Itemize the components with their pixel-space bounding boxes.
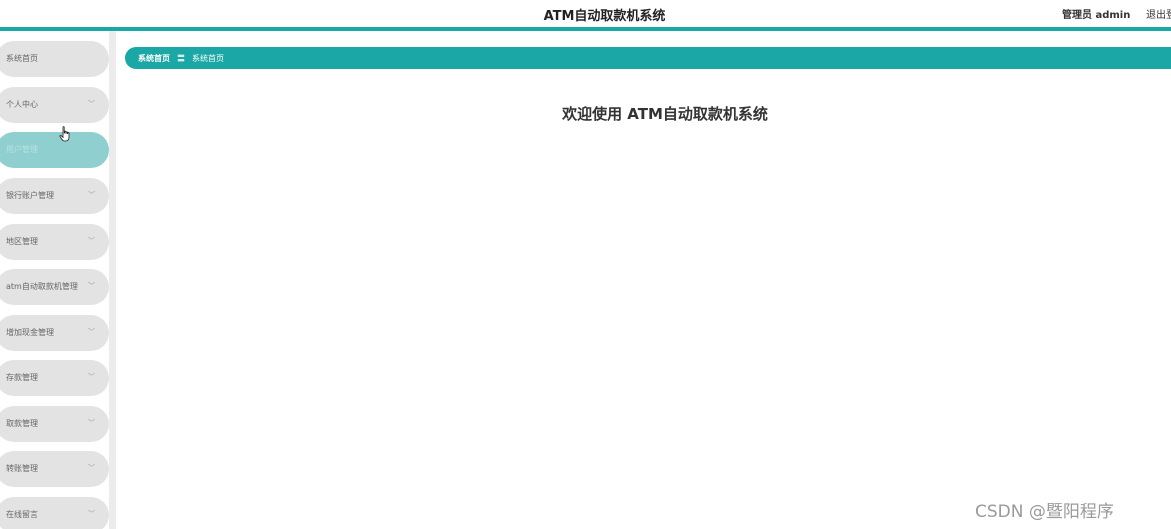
header-accent-line — [0, 27, 1171, 31]
current-user[interactable]: 管理员 admin — [1062, 6, 1130, 21]
breadcrumb-home[interactable]: 系统首页 — [138, 53, 170, 64]
chevron-down-icon: ﹀ — [88, 373, 95, 381]
chevron-down-icon: ﹀ — [88, 100, 95, 108]
sidebar-item-withdraw[interactable]: 取款管理 ﹀ — [0, 406, 109, 442]
sidebar-item-label: 地区管理 — [6, 237, 38, 246]
sidebar-divider — [109, 31, 116, 529]
chevron-down-icon: ﹀ — [88, 464, 95, 472]
sidebar-item-label: 存款管理 — [6, 373, 38, 382]
sidebar-item-message[interactable]: 在线留言 ﹀ — [0, 497, 109, 529]
breadcrumb-current: 系统首页 — [192, 53, 224, 63]
app-title: ATM自动取款机系统 — [543, 9, 666, 24]
sidebar-item-atm[interactable]: atm自动取款机管理 ﹀ — [0, 269, 109, 305]
sidebar-item-home[interactable]: 系统首页 — [0, 41, 109, 77]
app-window: ATM自动取款机系统 管理员 admin 退出登录 系统首页 个人中心 ﹀ 用户… — [0, 0, 1171, 529]
sidebar-item-label: 取款管理 — [6, 419, 38, 428]
sidebar-item-add-cash[interactable]: 增加现金管理 ﹀ — [0, 315, 109, 351]
top-header: ATM自动取款机系统 管理员 admin 退出登录 — [0, 0, 1171, 27]
sidebar-item-region[interactable]: 地区管理 ﹀ — [0, 224, 109, 260]
sidebar: 系统首页 个人中心 ﹀ 用户管理 银行账户管理 ﹀ 地区管理 ﹀ atm自动取款… — [0, 31, 116, 529]
sidebar-item-user-management[interactable]: 用户管理 — [0, 132, 109, 168]
chevron-down-icon: ﹀ — [88, 328, 95, 336]
chevron-down-icon: ﹀ — [88, 419, 95, 427]
sidebar-item-label: 个人中心 — [6, 100, 38, 109]
sidebar-item-label: 银行账户管理 — [6, 191, 54, 200]
sidebar-item-transfer[interactable]: 转账管理 ﹀ — [0, 451, 109, 487]
sidebar-item-label: atm自动取款机管理 — [6, 282, 78, 291]
sidebar-item-label: 在线留言 — [6, 510, 38, 519]
sidebar-item-label: 转账管理 — [6, 464, 38, 473]
sidebar-item-personal-center[interactable]: 个人中心 ﹀ — [0, 87, 109, 123]
chevron-down-icon: ﹀ — [88, 237, 95, 245]
sidebar-item-bank-accounts[interactable]: 银行账户管理 ﹀ — [0, 178, 109, 214]
breadcrumb-separator-icon: 〓 — [177, 53, 185, 63]
watermark: CSDN @暨阳程序 — [975, 502, 1114, 522]
logout-link[interactable]: 退出登录 — [1146, 6, 1171, 21]
welcome-heading: 欢迎使用 ATM自动取款机系统 — [562, 105, 768, 123]
chevron-down-icon: ﹀ — [88, 510, 95, 518]
sidebar-item-label: 用户管理 — [6, 145, 38, 154]
sidebar-item-label: 增加现金管理 — [6, 328, 54, 337]
sidebar-item-label: 系统首页 — [6, 54, 38, 63]
chevron-down-icon: ﹀ — [88, 282, 95, 290]
chevron-down-icon: ﹀ — [88, 191, 95, 199]
sidebar-item-deposit[interactable]: 存款管理 ﹀ — [0, 360, 109, 396]
hand-cursor-icon — [59, 126, 70, 142]
breadcrumb: 系统首页 〓 系统首页 — [125, 47, 1171, 69]
